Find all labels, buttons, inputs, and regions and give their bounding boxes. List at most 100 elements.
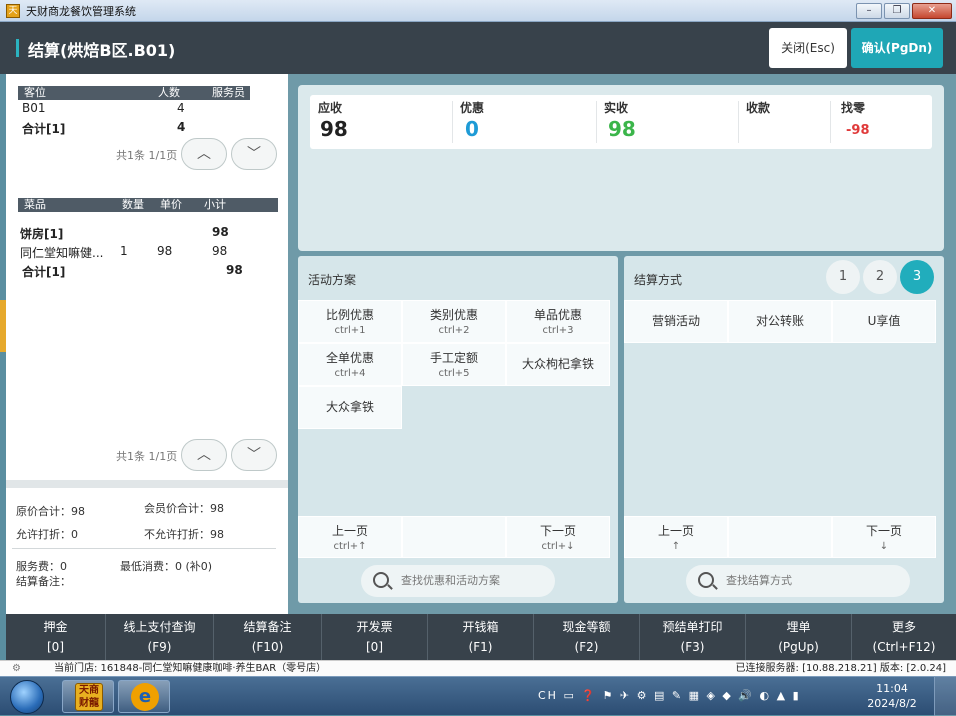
promo-manual-fixed[interactable]: 手工定额 ctrl+5 (402, 343, 506, 386)
payment-marketing[interactable]: 营销活动 (624, 300, 728, 343)
deposit-button[interactable]: 押金 [0] (6, 614, 106, 660)
minimize-button[interactable]: – (856, 3, 882, 19)
dish-name[interactable]: 同仁堂知嘛健... (20, 244, 103, 261)
dish-total-value: 98 (226, 263, 243, 277)
dish-price: 98 (157, 244, 173, 258)
taskbar-app-tiancai[interactable]: 天商 财龍 (62, 680, 114, 713)
collected-label: 收款 (746, 101, 771, 115)
windows-start-icon[interactable] (10, 680, 44, 714)
change-value: -98 (846, 123, 870, 138)
payment-corporate-transfer[interactable]: 对公转账 (728, 300, 832, 343)
promotions-search-input[interactable]: 查找优惠和活动方案 (361, 565, 555, 597)
promo-order-discount[interactable]: 全单优惠 ctrl+4 (298, 343, 402, 386)
guest-pager: 共1条 1/1页 (116, 149, 178, 162)
invoice-button[interactable]: 开发票 [0] (322, 614, 428, 660)
discount-label: 优惠 (460, 101, 485, 115)
dish-table-header: 菜品 数量 单价 小计 (18, 198, 278, 212)
col-seat: 客位 (24, 86, 46, 99)
payment-page-1[interactable]: 1 (826, 260, 860, 294)
receivable-label: 应收 (318, 101, 343, 115)
member-total: 会员价合计：98 (144, 502, 224, 515)
online-payment-query-button[interactable]: 线上支付查询 (F9) (106, 614, 214, 660)
page-title: 结算(烘焙B区.B01) (28, 41, 176, 60)
promotions-title: 活动方案 (308, 273, 357, 287)
maximize-button[interactable]: ❐ (884, 3, 910, 19)
status-bar: ⚙ 当前门店: 161848-同仁堂知嘛健康咖啡·养生BAR（零号店） 已连接服… (0, 660, 956, 676)
system-tray-icons[interactable]: CH ▭ ❓ ⚑ ✈ ⚙ ▤ ✎ ▦ ◈ ◆ 🔊 ◐ ▲ ▮ (538, 689, 801, 702)
more-button[interactable]: 更多 (Ctrl+F12) (852, 614, 956, 660)
promo-goji-latte[interactable]: 大众枸杞拿铁 (506, 343, 610, 386)
chevron-down-icon: ﹀ (247, 146, 261, 162)
actual-value: 98 (608, 117, 636, 141)
col-price: 单价 (160, 198, 182, 211)
payment-page-3[interactable]: 3 (900, 260, 934, 294)
payment-u-value[interactable]: U享值 (832, 300, 936, 343)
dish-subtotal: 98 (212, 244, 228, 258)
chevron-up-icon: ︿ (197, 146, 211, 162)
title-accent-bar (16, 39, 19, 57)
current-store: 当前门店: 161848-同仁堂知嘛健康咖啡·养生BAR（零号店） (54, 663, 327, 674)
browser-icon: e (131, 683, 159, 711)
payment-title: 结算方式 (634, 273, 683, 287)
chevron-down-icon: ﹀ (247, 447, 261, 463)
guest-page-up-button[interactable]: ︿ (181, 138, 227, 170)
window-title: 天财商龙餐饮管理系统 (26, 4, 136, 18)
payment-page-2[interactable]: 2 (863, 260, 897, 294)
pre-bill-print-button[interactable]: 预结单打印 (F3) (640, 614, 746, 660)
search-icon (373, 572, 389, 588)
dish-pager: 共1条 1/1页 (116, 450, 178, 463)
col-waiter: 服务员 (212, 86, 245, 99)
promo-category-discount[interactable]: 类别优惠 ctrl+2 (402, 300, 506, 343)
summary-divider (6, 480, 288, 488)
taskbar-clock[interactable]: 11:04 2024/8/2 (860, 681, 924, 711)
taskbar-app-browser[interactable]: e (118, 680, 170, 713)
guest-count: 4 (177, 101, 185, 115)
close-button[interactable]: 关闭(Esc) (769, 28, 847, 68)
promo-prev-page-button[interactable]: 上一页 ctrl+↑ (298, 516, 402, 558)
amount-card: 应收 98 优惠 0 实收 98 收款 找零 -98 (310, 95, 932, 149)
payment-search-input[interactable]: 查找结算方式 (686, 565, 910, 597)
col-qty: 数量 (122, 198, 144, 211)
divider (452, 101, 453, 143)
search-icon (698, 572, 714, 588)
payment-next-page-button[interactable]: 下一页 ↓ (832, 516, 936, 558)
window-close-button[interactable]: ✕ (912, 3, 952, 19)
dish-group-label: 饼房[1] (20, 227, 64, 241)
settlement-remark-button[interactable]: 结算备注 (F10) (214, 614, 322, 660)
dish-qty: 1 (120, 244, 128, 258)
guest-seat[interactable]: B01 (22, 101, 46, 115)
os-taskbar: 天商 财龍 e CH ▭ ❓ ⚑ ✈ ⚙ ▤ ✎ ▦ ◈ ◆ 🔊 ◐ ▲ ▮ 1… (0, 676, 956, 716)
promo-next-page-button[interactable]: 下一页 ctrl+↓ (506, 516, 610, 558)
promo-item-discount[interactable]: 单品优惠 ctrl+3 (506, 300, 610, 343)
discountable-amount: 允许打折：0 (16, 528, 78, 541)
app-logo-icon: 天 (6, 3, 20, 18)
server-status: 已连接服务器: [10.88.218.21] 版本: [2.0.24] (735, 663, 946, 674)
page-header: 结算(烘焙B区.B01) 关闭(Esc) 确认(PgDn) (0, 22, 956, 74)
pay-bill-button[interactable]: 埋单 (PgUp) (746, 614, 852, 660)
payment-empty-cell (728, 516, 832, 558)
guest-page-down-button[interactable]: ﹀ (231, 138, 277, 170)
min-spend: 最低消费：0 (补0) (120, 560, 213, 573)
function-key-bar: 押金 [0] 线上支付查询 (F9) 结算备注 (F10) 开发票 [0] 开钱箱 (F1… (6, 614, 956, 660)
promo-latte[interactable]: 大众拿铁 (298, 386, 402, 429)
payment-prev-page-button[interactable]: 上一页 ↑ (624, 516, 728, 558)
confirm-button[interactable]: 确认(PgDn) (851, 28, 943, 68)
divider (596, 101, 597, 143)
dish-page-up-button[interactable]: ︿ (181, 439, 227, 471)
open-cash-drawer-button[interactable]: 开钱箱 (F1) (428, 614, 534, 660)
service-fee: 服务费：0 (16, 560, 67, 573)
show-desktop-button[interactable] (934, 677, 956, 716)
promo-ratio-discount[interactable]: 比例优惠 ctrl+1 (298, 300, 402, 343)
summary-line (12, 548, 276, 549)
non-discountable-amount: 不允许打折：98 (144, 528, 224, 541)
dish-page-down-button[interactable]: ﹀ (231, 439, 277, 471)
original-total: 原价合计：98 (16, 505, 85, 518)
window-titlebar: 天 天财商龙餐饮管理系统 – ❐ ✕ (0, 0, 956, 22)
dish-group-subtotal: 98 (212, 225, 229, 239)
cash-exact-button[interactable]: 现金等额 (F2) (534, 614, 640, 660)
col-subtotal: 小计 (204, 198, 226, 211)
promo-empty-cell (402, 516, 506, 558)
settings-gear-icon[interactable]: ⚙ (12, 661, 21, 676)
dish-total-label: 合计[1] (22, 265, 66, 279)
order-panel: 客位 人数 服务员 B01 4 合计[1] 4 共1条 1/1页 ︿ ﹀ 菜品 … (6, 74, 288, 614)
